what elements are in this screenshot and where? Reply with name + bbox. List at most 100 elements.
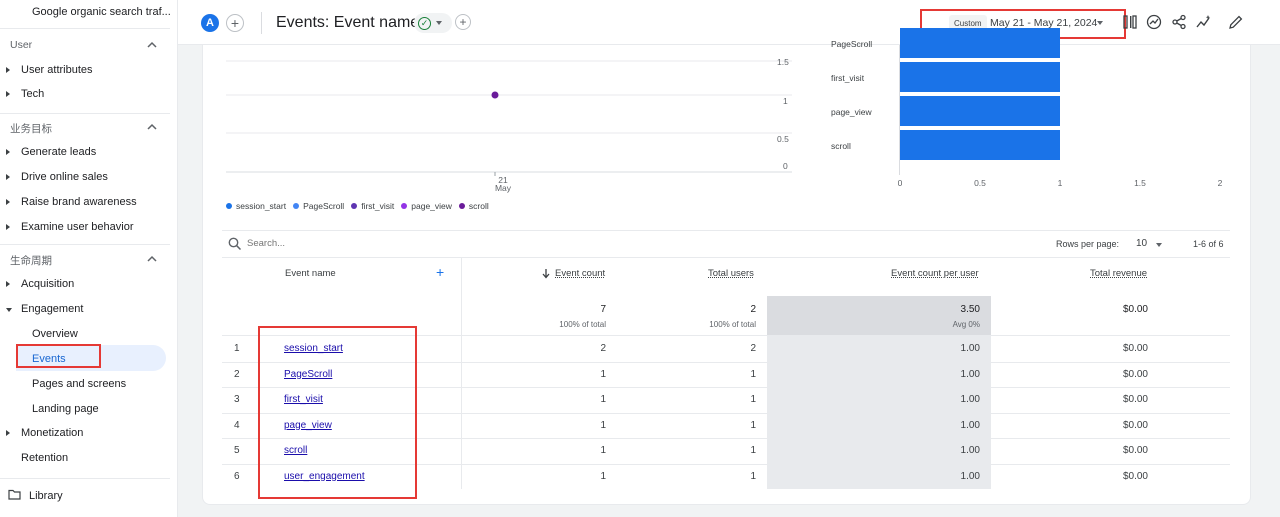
legend-item[interactable]: session_start [226, 201, 286, 211]
cell-event-count: 1 [600, 470, 606, 482]
cell-total-users: 1 [750, 394, 756, 405]
bar-category-label: first_visit [831, 73, 865, 83]
sidebar-item-overview[interactable]: Overview [32, 328, 78, 340]
chevron-up-icon[interactable] [146, 253, 158, 265]
cell-revenue: $0.00 [1122, 445, 1148, 456]
sidebar-item-label: User attributes [21, 64, 93, 76]
cell-per-user: 1.00 [960, 445, 980, 456]
x-tick-label: 1 [1057, 178, 1063, 188]
expand-arrow-icon [6, 146, 14, 158]
legend-item[interactable]: scroll [458, 201, 489, 211]
insights-icon[interactable] [1146, 14, 1162, 30]
legend-swatch [226, 203, 232, 209]
row-number: 2 [234, 368, 240, 380]
cell-revenue: $0.00 [1122, 394, 1148, 405]
sidebar-item-label: Monetization [21, 427, 84, 439]
chart-legend: session_start PageScroll first_visit pag… [226, 201, 489, 211]
rows-per-page-select[interactable]: 10 [1136, 238, 1147, 249]
folder-icon [8, 489, 21, 500]
x-tick-label-month: May [494, 183, 512, 193]
bar-page_view[interactable] [900, 96, 1060, 126]
header-total-users[interactable]: Total users [708, 268, 754, 279]
total-users: 2 [750, 304, 756, 315]
row-number: 6 [234, 470, 240, 482]
cell-revenue: $0.00 [1122, 343, 1148, 354]
line-chart [226, 60, 792, 176]
bar-first_visit[interactable] [900, 62, 1060, 92]
header-event-count-per-user[interactable]: Event count per user [891, 268, 979, 279]
sidebar: Google organic search traf... User User … [0, 0, 178, 517]
bar-category-label: scroll [831, 141, 851, 151]
trend-icon[interactable] [1196, 14, 1212, 30]
sidebar-item-label: Acquisition [21, 278, 75, 290]
sidebar-item-label: Examine user behavior [21, 221, 134, 233]
legend-item[interactable]: PageScroll [293, 201, 344, 211]
share-icon[interactable] [1171, 14, 1187, 30]
x-tick-label: 2 [1217, 178, 1223, 188]
sidebar-item-drive-online-sales[interactable]: Drive online sales [0, 165, 170, 189]
compare-icon[interactable] [1122, 14, 1138, 30]
add-dimension-button[interactable]: + [436, 265, 444, 279]
divider [0, 28, 170, 29]
divider [0, 113, 170, 114]
legend-swatch [458, 203, 465, 209]
sort-arrow-down-icon[interactable] [541, 268, 551, 279]
chevron-up-icon[interactable] [146, 121, 158, 133]
x-tick-label: 0 [897, 178, 903, 188]
sidebar-item-retention[interactable]: Retention [0, 446, 170, 470]
pagination-status: 1-6 of 6 [1193, 239, 1224, 249]
sidebar-item-examine-user-behavior[interactable]: Examine user behavior [0, 215, 170, 239]
search-icon [228, 237, 242, 251]
cell-revenue: $0.00 [1122, 419, 1148, 431]
legend-swatch [401, 203, 408, 209]
collapse-arrow-icon [6, 303, 14, 315]
row-number: 4 [234, 419, 240, 431]
legend-item[interactable]: page_view [401, 201, 452, 211]
edit-icon[interactable] [1228, 14, 1244, 30]
chevron-up-icon[interactable] [146, 39, 158, 51]
sidebar-item-label: Generate leads [21, 146, 97, 158]
add-comparison-button[interactable]: + [226, 14, 244, 32]
sidebar-report-item[interactable]: Google organic search traf... [32, 6, 172, 18]
sidebar-item-pages-and-screens[interactable]: Pages and screens [32, 378, 126, 390]
section-title-user: User [10, 39, 33, 51]
sidebar-item-tech[interactable]: Tech [0, 82, 170, 106]
sidebar-item-acquisition[interactable]: Acquisition [0, 272, 170, 296]
legend-label: page_view [411, 201, 452, 211]
sidebar-item-engagement[interactable]: Engagement [0, 297, 170, 321]
header-event-count[interactable]: Event count [555, 268, 605, 279]
sidebar-item-monetization[interactable]: Monetization [0, 421, 170, 445]
expand-arrow-icon [6, 88, 14, 100]
sidebar-item-label: Raise brand awareness [21, 196, 137, 208]
bar-PageScroll[interactable] [900, 28, 1060, 58]
cell-event-count: 1 [600, 445, 606, 456]
add-filter-button[interactable]: + [455, 14, 471, 30]
bar-category-label: page_view [831, 107, 872, 117]
legend-label: first_visit [361, 201, 395, 211]
sidebar-item-library[interactable]: Library [29, 490, 63, 502]
report-header: A + Events: Event name ✓ + Custom May 21… [178, 0, 1280, 45]
sidebar-item-user-attributes[interactable]: User attributes [0, 58, 170, 82]
caret-down-icon[interactable] [1156, 243, 1162, 247]
cell-event-count: 2 [600, 343, 606, 354]
divider [0, 478, 170, 479]
cell-revenue: $0.00 [1122, 470, 1148, 482]
bar-scroll[interactable] [900, 130, 1060, 160]
cell-per-user: 1.00 [960, 343, 980, 354]
expand-arrow-icon [6, 278, 14, 290]
sidebar-item-generate-leads[interactable]: Generate leads [0, 140, 170, 164]
total-per-user-avg: Avg 0% [952, 320, 980, 329]
legend-item[interactable]: first_visit [351, 201, 394, 211]
report-status-dropdown[interactable]: ✓ [414, 13, 452, 33]
cell-total-users: 2 [750, 343, 756, 354]
x-tick-label: 0.5 [974, 178, 986, 188]
sidebar-item-raise-brand-awareness[interactable]: Raise brand awareness [0, 190, 170, 214]
highlight-box [16, 344, 101, 368]
header-total-revenue[interactable]: Total revenue [1090, 268, 1147, 279]
comparison-avatar[interactable]: A [201, 14, 219, 32]
cell-total-users: 1 [750, 470, 756, 482]
header-event-name[interactable]: Event name [285, 268, 336, 279]
cell-revenue: $0.00 [1122, 368, 1148, 380]
search-input[interactable] [247, 238, 367, 249]
sidebar-item-landing-page[interactable]: Landing page [32, 403, 99, 415]
